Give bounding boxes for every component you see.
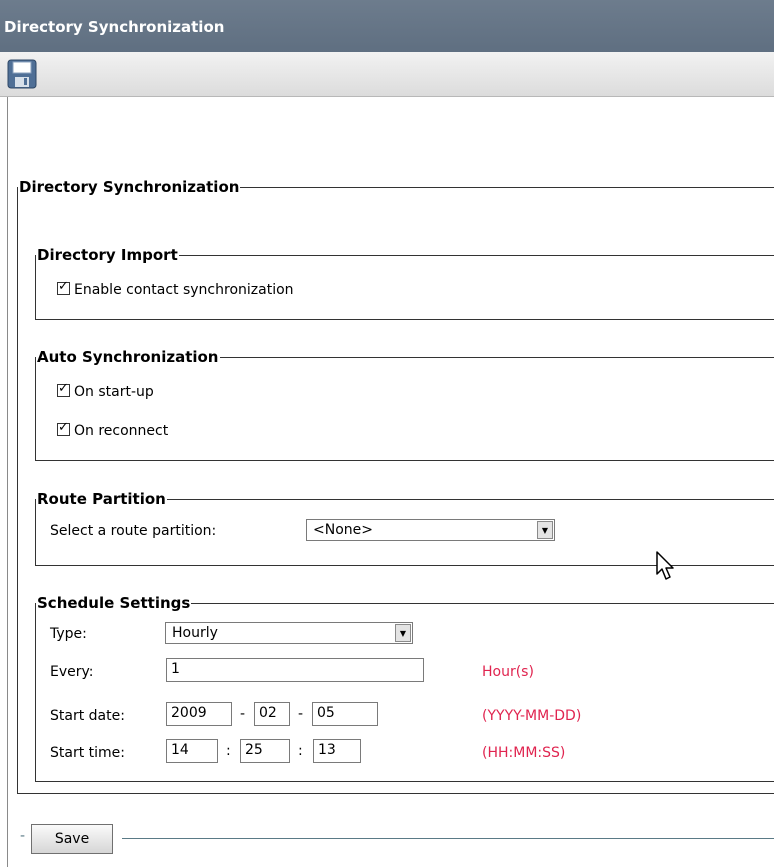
start-time-hour-input[interactable]: 14	[166, 739, 218, 763]
route-partition-label: Select a route partition:	[50, 523, 217, 539]
mouse-cursor-icon	[656, 551, 674, 580]
auto-sync-group: Auto Synchronization	[35, 348, 774, 461]
start-time-second-input[interactable]: 13	[313, 739, 361, 763]
schedule-type-value: Hourly	[172, 625, 218, 641]
save-button[interactable]: Save	[31, 824, 113, 854]
chevron-down-icon[interactable]: ▼	[395, 624, 411, 642]
footer-dash: -	[20, 828, 26, 844]
toolbar	[0, 52, 774, 97]
type-label: Type:	[50, 626, 87, 642]
on-startup-label: On start-up	[74, 384, 154, 400]
schedule-settings-legend: Schedule Settings	[37, 594, 191, 612]
every-unit-label: Hour(s)	[482, 664, 534, 680]
route-partition-value: <None>	[313, 522, 373, 538]
start-time-label: Start time:	[50, 745, 125, 761]
on-reconnect-row[interactable]: On reconnect	[57, 420, 169, 439]
enable-contact-sync-checkbox[interactable]	[57, 279, 70, 295]
enable-contact-sync-row[interactable]: Enable contact synchronization	[57, 279, 294, 298]
date-separator: -	[240, 706, 246, 722]
directory-import-legend: Directory Import	[37, 246, 178, 264]
on-reconnect-label: On reconnect	[74, 423, 169, 439]
floppy-disk-icon[interactable]	[6, 58, 38, 90]
date-format-hint: (YYYY-MM-DD)	[482, 708, 582, 724]
start-date-month-input[interactable]: 02	[254, 702, 290, 726]
schedule-type-select[interactable]: Hourly ▼	[165, 622, 413, 644]
chevron-down-icon[interactable]: ▼	[537, 521, 553, 539]
every-input[interactable]: 1	[166, 658, 424, 682]
start-date-label: Start date:	[50, 708, 125, 724]
on-reconnect-checkbox[interactable]	[57, 420, 70, 436]
footer-divider	[122, 838, 774, 839]
auto-sync-legend: Auto Synchronization	[37, 348, 219, 366]
enable-contact-sync-label: Enable contact synchronization	[74, 282, 294, 298]
route-partition-select[interactable]: <None> ▼	[306, 519, 555, 541]
start-date-day-input[interactable]: 05	[312, 702, 378, 726]
on-startup-checkbox[interactable]	[57, 381, 70, 397]
date-separator: -	[298, 706, 304, 722]
every-label: Every:	[50, 664, 94, 680]
time-format-hint: (HH:MM:SS)	[482, 745, 566, 761]
window-title: Directory Synchronization	[4, 18, 225, 36]
directory-sync-legend: Directory Synchronization	[19, 178, 240, 196]
start-time-minute-input[interactable]: 25	[240, 739, 290, 763]
start-date-year-input[interactable]: 2009	[166, 702, 232, 726]
route-partition-legend: Route Partition	[37, 490, 166, 508]
window-title-bar: Directory Synchronization	[0, 0, 774, 52]
time-separator: :	[298, 743, 303, 759]
on-startup-row[interactable]: On start-up	[57, 381, 154, 400]
time-separator: :	[226, 743, 231, 759]
